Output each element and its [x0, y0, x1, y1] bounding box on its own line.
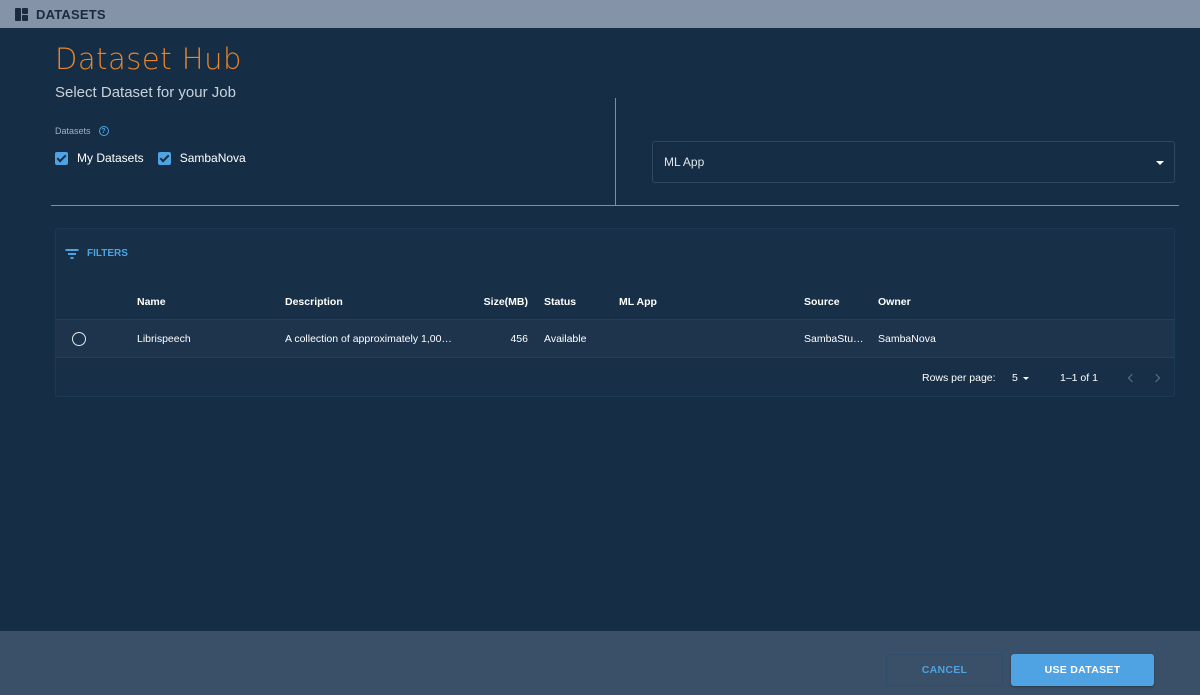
help-circle-icon[interactable]: ?	[98, 126, 109, 136]
datasets-label-text: Datasets	[55, 126, 91, 136]
row-select-radio[interactable]	[72, 332, 86, 346]
column-header-ml-app[interactable]: ML App	[619, 296, 657, 308]
checkbox-sambanova[interactable]: SambaNova	[157, 151, 246, 165]
filters-button[interactable]: FILTERS	[65, 248, 128, 259]
cell-size: 456	[510, 332, 528, 345]
dashboard-icon	[15, 7, 28, 21]
column-header-source[interactable]: Source	[804, 296, 840, 308]
checkbox-checked-icon[interactable]	[55, 151, 68, 165]
datasets-table: FILTERS Name Description Size(MB) Status…	[55, 228, 1175, 397]
column-header-size[interactable]: Size(MB)	[484, 296, 528, 308]
chevron-down-icon	[1156, 161, 1164, 165]
rows-per-page-label: Rows per page:	[922, 372, 996, 384]
checkbox-label: My Datasets	[77, 151, 144, 165]
datasets-checkboxes: My Datasets SambaNova	[55, 151, 260, 165]
table-header: Name Description Size(MB) Status ML App …	[56, 285, 1174, 319]
column-header-description[interactable]: Description	[285, 296, 343, 308]
chevron-left-icon[interactable]	[1127, 373, 1137, 383]
cell-owner: SambaNova	[878, 332, 936, 345]
filter-icon	[65, 249, 78, 259]
ml-app-select[interactable]: ML App	[652, 141, 1175, 183]
column-header-name[interactable]: Name	[137, 296, 166, 308]
checkbox-checked-icon[interactable]	[157, 151, 171, 165]
rows-per-page-value: 5	[1012, 372, 1018, 384]
top-bar: DATASETS	[0, 0, 1200, 28]
cell-status: Available	[544, 332, 587, 345]
action-bar: CANCEL USE DATASET	[0, 631, 1200, 695]
cell-source: SambaStu…	[804, 332, 864, 345]
cell-description: A collection of approximately 1,00…	[285, 332, 452, 345]
column-header-status[interactable]: Status	[544, 296, 576, 308]
rows-per-page-select[interactable]: 5	[1012, 372, 1029, 384]
checkbox-label: SambaNova	[179, 151, 246, 165]
chevron-right-icon[interactable]	[1151, 373, 1161, 383]
filters-label: FILTERS	[87, 248, 128, 259]
column-header-owner[interactable]: Owner	[878, 296, 911, 308]
vertical-divider	[615, 98, 616, 205]
cancel-button[interactable]: CANCEL	[886, 654, 1003, 686]
cell-name: Librispeech	[137, 332, 191, 345]
datasets-label: Datasets ?	[55, 126, 109, 136]
page-subtitle: Select Dataset for your Job	[55, 84, 236, 101]
pagination-range: 1–1 of 1	[1060, 372, 1098, 384]
ml-app-select-value: ML App	[664, 155, 705, 169]
use-dataset-button[interactable]: USE DATASET	[1011, 654, 1154, 686]
horizontal-divider	[51, 205, 1179, 206]
table-row[interactable]: Librispeech A collection of approximatel…	[56, 319, 1174, 358]
top-bar-title: DATASETS	[36, 6, 106, 22]
chevron-down-icon	[1022, 376, 1029, 380]
page-title: Dataset Hub	[55, 42, 242, 76]
checkbox-my-datasets[interactable]: My Datasets	[55, 151, 144, 165]
pagination: Rows per page: 5 1–1 of 1	[56, 359, 1174, 397]
